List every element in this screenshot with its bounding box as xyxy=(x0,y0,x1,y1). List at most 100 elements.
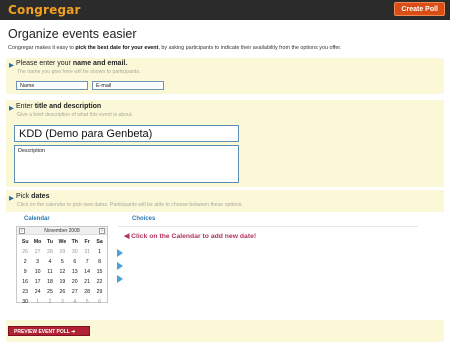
calendar-day[interactable]: 29 xyxy=(93,287,105,297)
calendar-day[interactable]: 20 xyxy=(69,277,81,287)
calendar-month: November 2008 xyxy=(44,228,80,234)
event-description-textarea[interactable]: Description xyxy=(14,145,239,183)
arrow-right-icon xyxy=(117,249,123,257)
calendar-day[interactable]: 25 xyxy=(44,287,56,297)
preview-button-label: PREVIEW EVENT POLL xyxy=(14,329,70,335)
calendar-day[interactable]: 13 xyxy=(69,267,81,277)
section-title: Enter title and description xyxy=(16,103,101,110)
calendar-day[interactable]: 15 xyxy=(93,267,105,277)
calendar-widget[interactable]: November 2008 ‹ › Su Mo Tu We Th Fr Sa 26 27 28 29… xyxy=(16,226,108,305)
event-title-input[interactable]: KDD (Demo para Genbeta) xyxy=(14,125,239,142)
calendar-week-row: 16 17 18 19 20 21 22 xyxy=(19,277,106,287)
email-field[interactable]: E-mail xyxy=(92,81,164,90)
intro-suffix: , by asking participants to indicate the… xyxy=(158,45,342,51)
arrow-right-icon: ▶ xyxy=(9,195,14,202)
calendar-week-row: 2345678 xyxy=(19,257,106,267)
calendar-grid: Su Mo Tu We Th Fr Sa 26 27 28 29 30 31 1 2 3 4 5 6 7 8 9 10 11 1… xyxy=(19,237,106,307)
congregar-logo[interactable]: Congregar xyxy=(8,3,81,17)
calendar-day[interactable]: 5 xyxy=(56,257,68,267)
calendar-week-row: 30 1 2 3 4 5 6 xyxy=(19,297,106,307)
preview-event-poll-button[interactable]: PREVIEW EVENT POLL ➜ xyxy=(8,326,90,336)
calendar-day[interactable]: 16 xyxy=(19,277,31,287)
calendar-day[interactable]: 12 xyxy=(56,267,68,277)
create-poll-button[interactable]: Create Poll xyxy=(394,2,445,16)
section-hint: The name you give here will be shown to … xyxy=(17,69,141,75)
add-date-hint-text: Click on the Calendar to add new date! xyxy=(131,233,257,240)
prev-month-button[interactable]: ‹ xyxy=(19,228,25,234)
calendar-weekday: Su xyxy=(21,239,29,245)
section-title: Please enter your name and email. xyxy=(16,60,127,67)
calendar-day[interactable]: 21 xyxy=(81,277,93,287)
calendar-day[interactable]: 22 xyxy=(93,277,105,287)
section-title-prefix: Please enter your xyxy=(16,60,73,67)
calendar-day[interactable]: 1 xyxy=(93,247,105,257)
page-title: Organize events easier xyxy=(8,27,137,41)
intro-prefix: Congregar makes it easy to xyxy=(8,45,76,51)
calendar-week-row: 23 24 25 26 27 28 29 xyxy=(19,287,106,297)
arrow-right-icon: ▶ xyxy=(9,62,14,69)
calendar-day[interactable]: 24 xyxy=(31,287,43,297)
calendar-weekday: Tu xyxy=(47,239,53,245)
calendar-weekday-row: Su Mo Tu We Th Fr Sa xyxy=(19,237,106,247)
calendar-day[interactable]: 23 xyxy=(19,287,31,297)
intro-text: Congregar makes it easy to pick the best… xyxy=(8,45,448,51)
arrow-right-icon xyxy=(117,262,123,270)
calendar-day[interactable]: 8 xyxy=(93,257,105,267)
calendar-day[interactable]: 19 xyxy=(56,277,68,287)
calendar-day[interactable]: 6 xyxy=(69,257,81,267)
calendar-day[interactable]: 30 xyxy=(69,247,81,257)
next-month-button[interactable]: › xyxy=(99,228,105,234)
calendar-day[interactable]: 17 xyxy=(31,277,43,287)
calendar-day[interactable]: 2 xyxy=(19,257,31,267)
calendar-day[interactable]: 18 xyxy=(44,277,56,287)
calendar-label: Calendar xyxy=(24,216,50,222)
calendar-header: November 2008 ‹ › xyxy=(17,227,107,235)
calendar-day[interactable]: 31 xyxy=(81,247,93,257)
calendar-weekday: Fr xyxy=(84,239,90,245)
calendar-day[interactable]: 26 xyxy=(19,247,31,257)
intro-bold: pick the best date for your event xyxy=(75,45,159,51)
calendar-day[interactable]: 10 xyxy=(31,267,43,277)
calendar-day[interactable]: 3 xyxy=(56,297,68,307)
calendar-day[interactable]: 29 xyxy=(56,247,68,257)
calendar-day[interactable]: 28 xyxy=(44,247,56,257)
calendar-day[interactable]: 6 xyxy=(93,297,105,307)
section-hint: Give a brief description of what this ev… xyxy=(17,112,133,118)
calendar-day[interactable]: 4 xyxy=(44,257,56,267)
name-email-section: ▶ Please enter your name and email. The … xyxy=(6,58,444,94)
calendar-day[interactable]: 26 xyxy=(56,287,68,297)
section-title: Pick dates xyxy=(16,193,49,200)
calendar-week-row: 26 27 28 29 30 31 1 xyxy=(19,247,106,257)
calendar-day[interactable]: 30 xyxy=(19,297,31,307)
section-hint: Click on the calendar to pick new dates.… xyxy=(17,202,243,208)
calendar-day[interactable]: 11 xyxy=(44,267,56,277)
calendar-day[interactable]: 4 xyxy=(69,297,81,307)
calendar-day[interactable]: 1 xyxy=(31,297,43,307)
arrow-right-icon: ➜ xyxy=(71,329,76,335)
calendar-day[interactable]: 9 xyxy=(19,267,31,277)
section-title-bold: title and description xyxy=(34,103,102,110)
top-bar: Congregar Create Poll xyxy=(0,0,450,20)
calendar-day[interactable]: 3 xyxy=(31,257,43,267)
arrow-right-icon xyxy=(117,275,123,283)
name-field[interactable]: Name xyxy=(16,81,88,90)
calendar-day[interactable]: 7 xyxy=(81,257,93,267)
arrow-right-icon: ▶ xyxy=(9,105,14,112)
pick-dates-section: ▶ Pick dates Click on the calendar to pi… xyxy=(6,190,444,212)
calendar-day[interactable]: 28 xyxy=(81,287,93,297)
calendar-day[interactable]: 27 xyxy=(31,247,43,257)
calendar-day[interactable]: 27 xyxy=(69,287,81,297)
add-date-hint: ◀ Click on the Calendar to add new date! xyxy=(124,232,256,240)
calendar-day[interactable]: 14 xyxy=(81,267,93,277)
section-title-bold: name and email. xyxy=(72,60,128,67)
calendar-weekday: Mo xyxy=(33,239,42,245)
calendar-weekday: Sa xyxy=(96,239,103,245)
calendar-weekday: Th xyxy=(71,239,78,245)
section-title-prefix: Pick xyxy=(16,193,32,200)
calendar-weekday: We xyxy=(58,239,67,245)
calendar-day[interactable]: 2 xyxy=(44,297,56,307)
section-title-bold: dates xyxy=(31,193,50,200)
section-title-prefix: Enter xyxy=(16,103,35,110)
calendar-week-row: 9 10 11 12 13 14 15 xyxy=(19,267,106,277)
calendar-day[interactable]: 5 xyxy=(81,297,93,307)
